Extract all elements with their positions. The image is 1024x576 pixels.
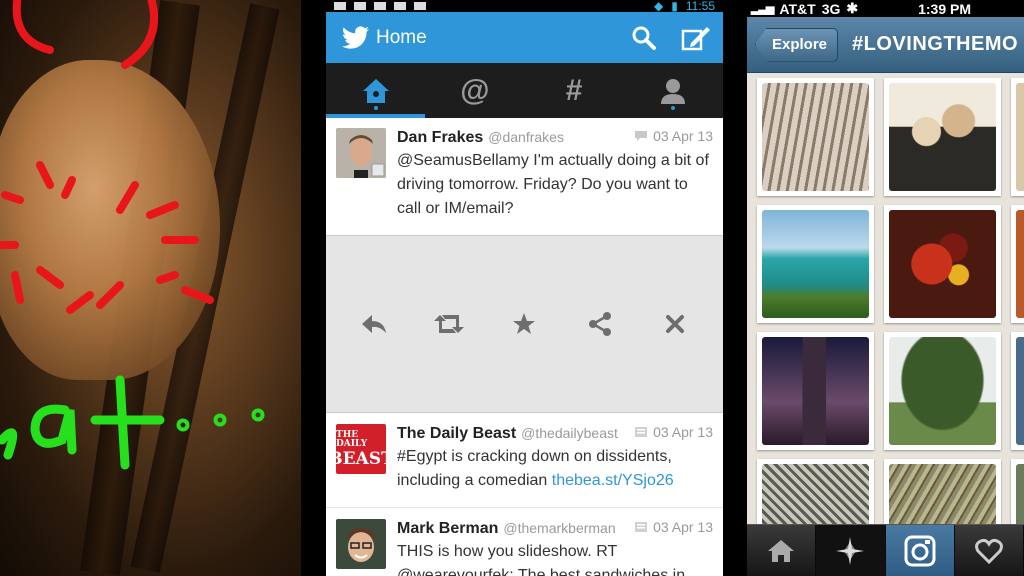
tweet-text: THIS is how you slideshow. RT @wearevour… <box>397 543 686 576</box>
share-icon <box>588 312 611 336</box>
photo-thumbnail[interactable] <box>884 78 1001 196</box>
reply-icon <box>361 315 386 333</box>
twitter-tab-bar: @ # <box>326 63 723 118</box>
avatar[interactable] <box>336 128 386 178</box>
tweet-date-text: 03 Apr 13 <box>653 519 713 535</box>
camera-icon <box>904 535 936 567</box>
image-icon <box>354 2 366 10</box>
photo-thumbnail[interactable] <box>884 205 1001 323</box>
twitter-bird-icon <box>342 25 369 49</box>
tweet-author-name[interactable]: Dan Frakes <box>397 129 483 147</box>
photo-thumbnail[interactable] <box>757 205 874 323</box>
twitter-app: ◆ ▮ 11:55 Home @ # Dan Frakes @danfrakes… <box>326 0 723 576</box>
photo-thumbnail[interactable] <box>757 78 874 196</box>
tweet-author-handle: @danfrakes <box>488 129 564 145</box>
hashtag-title: #LOVINGTHEMO <box>852 33 1019 55</box>
tweet-item[interactable]: Dan Frakes @danfrakes 03 Apr 13 @SeamusB… <box>326 118 723 221</box>
avatar[interactable] <box>336 519 386 569</box>
reply-bubble-icon <box>635 131 648 141</box>
unread-indicator <box>373 106 378 110</box>
tweet-date-text: 03 Apr 13 <box>653 128 713 144</box>
tab-profile[interactable] <box>624 63 723 118</box>
carrier-name: AT&T <box>779 0 816 17</box>
photo-thumbnail[interactable] <box>1011 78 1024 196</box>
tweet-author-handle: @themarkberman <box>503 520 616 536</box>
home-icon <box>362 78 389 103</box>
tab-home[interactable] <box>326 63 426 118</box>
twitter-bird-icon <box>374 2 386 10</box>
tweet-date: 03 Apr 13 <box>634 519 713 535</box>
close-button[interactable] <box>655 304 695 344</box>
avatar-photo <box>336 128 386 178</box>
tweet-date: 03 Apr 13 <box>634 128 713 144</box>
photo-thumbnail[interactable] <box>1011 332 1024 450</box>
tweet-link[interactable]: thebea.st/YSjo26 <box>552 472 674 489</box>
instagram-app: ▂▃▅ AT&T 3G ✱ 1:39 PM Explore #LOVINGTHE… <box>747 0 1024 576</box>
twitter-header: Home <box>326 12 723 63</box>
signal-icon: ▂▃▅ <box>751 3 774 15</box>
close-icon <box>666 315 685 333</box>
at-icon: @ <box>460 73 490 107</box>
tab-home[interactable] <box>747 525 817 576</box>
tab-camera[interactable] <box>885 525 955 576</box>
notification-icon <box>334 2 346 10</box>
tweet-item[interactable]: Mark Berman @themarkberman 03 Apr 13 THI… <box>326 508 723 576</box>
avatar-logo-line1: THE DAILY <box>336 429 368 449</box>
explore-star-icon <box>836 537 865 565</box>
tweet-text: #Egypt is cracking down on dissidents, i… <box>397 445 713 493</box>
news-icon <box>635 522 648 532</box>
battery-icon: ▮ <box>671 0 678 13</box>
mail-icon <box>414 2 426 10</box>
doodle-photo-panel <box>0 0 301 576</box>
mail-icon <box>394 2 406 10</box>
retweet-button[interactable] <box>429 304 469 344</box>
tweet-date-text: 03 Apr 13 <box>653 424 713 440</box>
unread-indicator <box>671 106 676 110</box>
photo-thumbnail[interactable] <box>757 332 874 450</box>
favorite-button[interactable] <box>504 304 544 344</box>
share-button[interactable] <box>580 304 620 344</box>
tweet-text: @SeamusBellamy I'm actually doing a bit … <box>397 152 709 217</box>
profile-icon <box>661 78 686 104</box>
instagram-tab-bar <box>747 524 1024 576</box>
doodle-drawing <box>0 0 265 470</box>
retweet-icon <box>434 315 465 333</box>
compose-icon[interactable] <box>681 25 711 51</box>
photo-thumbnail[interactable] <box>1011 205 1024 323</box>
tweet-author-handle: @thedailybeast <box>521 425 618 441</box>
tweet-author-name[interactable]: The Daily Beast <box>397 425 516 443</box>
tab-activity[interactable] <box>955 525 1024 576</box>
search-icon[interactable] <box>631 25 657 51</box>
network-type: 3G <box>821 0 841 17</box>
tweet-date: 03 Apr 13 <box>634 424 713 440</box>
screenshot-collage: ◆ ▮ 11:55 Home @ # Dan Frakes @danfrakes… <box>0 0 1024 576</box>
tab-mentions[interactable]: @ <box>425 63 524 118</box>
ios-status-bar: ▂▃▅ AT&T 3G ✱ 1:39 PM <box>747 0 1024 17</box>
news-icon <box>635 427 648 437</box>
notification-icons <box>334 2 426 10</box>
home-icon <box>768 540 795 562</box>
avatar[interactable]: THE DAILY BEAST <box>336 424 386 474</box>
status-time: 1:39 PM <box>918 0 972 17</box>
star-icon <box>513 313 536 334</box>
avatar-photo <box>336 519 386 569</box>
tab-explore[interactable] <box>816 525 886 576</box>
back-button[interactable]: Explore <box>755 27 839 62</box>
reply-button[interactable] <box>354 304 394 344</box>
status-time: 11:55 <box>685 0 715 13</box>
tweet-item[interactable]: THE DAILY BEAST The Daily Beast @thedail… <box>326 413 723 493</box>
hashtag-icon: # <box>565 73 583 107</box>
wifi-icon: ◆ <box>654 0 664 13</box>
tab-discover[interactable]: # <box>525 63 624 118</box>
tweet-action-bar <box>326 235 723 413</box>
avatar-logo-line2: BEAST <box>336 448 386 469</box>
instagram-nav-bar: Explore #LOVINGTHEMO <box>747 17 1024 73</box>
heart-icon <box>974 538 1003 564</box>
android-status-bar: ◆ ▮ 11:55 <box>326 0 723 13</box>
tweet-author-name[interactable]: Mark Berman <box>397 520 498 538</box>
activity-icon: ✱ <box>846 0 859 16</box>
photo-thumbnail[interactable] <box>884 332 1001 450</box>
header-title: Home <box>376 26 427 48</box>
